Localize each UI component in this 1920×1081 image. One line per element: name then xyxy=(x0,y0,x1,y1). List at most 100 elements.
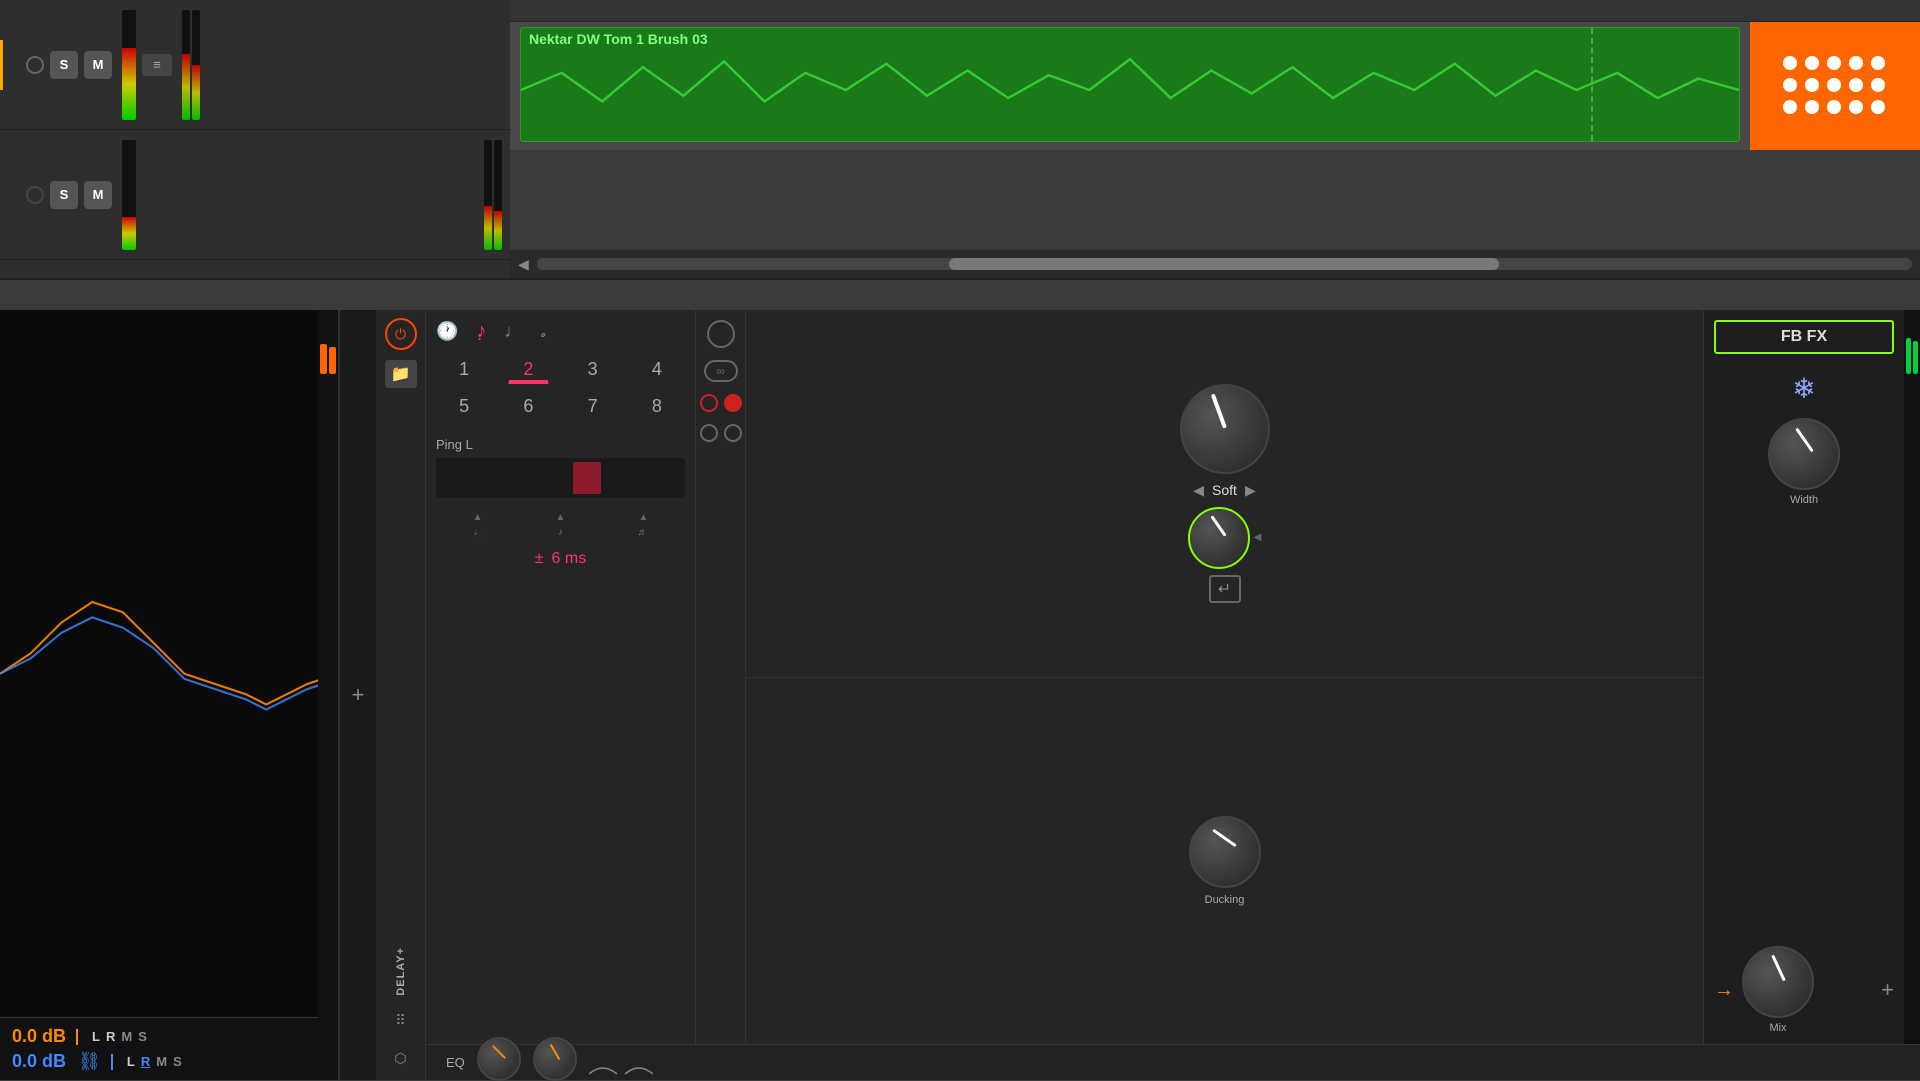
scrollbar-thumb xyxy=(949,258,1499,270)
link-icon[interactable]: ⛓ xyxy=(78,1051,101,1072)
power-icon: ⏻ xyxy=(395,326,406,343)
solo-btn-1[interactable]: S xyxy=(50,51,78,79)
add-plugin-button[interactable]: + xyxy=(342,679,374,711)
mute-btn-1[interactable]: M xyxy=(84,51,112,79)
width-knob-container: Width xyxy=(1768,418,1840,506)
freeze-icon: ❄ xyxy=(1792,372,1815,405)
rec-btn-1[interactable] xyxy=(700,394,718,412)
add-plugin-area: + xyxy=(340,310,376,1080)
rec-btn-2[interactable] xyxy=(724,394,742,412)
logo-dots-grid xyxy=(1783,56,1887,116)
track-region-1: Nektar DW Tom 1 Brush 03 xyxy=(510,22,1920,150)
logo-dot xyxy=(1805,56,1819,70)
mix-knob[interactable] xyxy=(1742,946,1814,1018)
logo-dot xyxy=(1871,56,1885,70)
clock-icon[interactable]: 🕐 xyxy=(436,321,458,342)
eq-curve-2 xyxy=(625,1060,653,1076)
width-knob[interactable] xyxy=(1768,418,1840,490)
waveform xyxy=(521,50,1739,130)
fbfx-section: FB FX ❄ Width xyxy=(1704,310,1904,1044)
plugin-folder-button[interactable]: 📁 xyxy=(385,360,417,388)
track-list: S M ≡ S M xyxy=(0,0,510,278)
audio-clip-1[interactable]: Nektar DW Tom 1 Brush 03 xyxy=(520,27,1740,142)
mode-controls: ∞ xyxy=(696,310,746,1044)
soft-prev-arrow[interactable]: ◀ xyxy=(1193,482,1204,499)
num-btn-6[interactable]: 6 xyxy=(500,392,556,421)
number-grid: 1 2 3 4 5 6 7 8 xyxy=(436,355,685,421)
level-meter-2c xyxy=(494,140,502,250)
pair-btn-2[interactable] xyxy=(724,424,742,442)
freeze-button[interactable]: ❄ xyxy=(1782,366,1826,410)
plugin-more-button[interactable]: ⠿ xyxy=(385,1006,417,1034)
arrow-up-2: ▲ xyxy=(556,512,566,523)
eq-knob-2[interactable] xyxy=(533,1037,577,1081)
num-btn-4[interactable]: 4 xyxy=(629,355,685,384)
right-side-meters xyxy=(1904,310,1920,1044)
duck-arrow-icon: → xyxy=(1714,979,1734,1002)
soft-next-arrow[interactable]: ▶ xyxy=(1245,482,1256,499)
mode-circle-btn[interactable] xyxy=(707,320,735,348)
solo-btn-2[interactable]: S xyxy=(50,181,78,209)
level-meter-1b xyxy=(182,10,190,120)
plugin-strip: ⏻ 📁 DELAY+ ⠿ ⬡ xyxy=(376,310,426,1080)
plugin-key-button[interactable]: ⬡ xyxy=(385,1044,417,1072)
ms-display: ± 6 ms xyxy=(436,550,685,568)
track-active-2[interactable] xyxy=(26,186,44,204)
analyzer-canvas xyxy=(0,310,338,1017)
logo-dot xyxy=(1783,56,1797,70)
logo-dot xyxy=(1783,78,1797,92)
analyzer-waveform xyxy=(0,310,338,1017)
mode-record-btns xyxy=(700,394,742,412)
scroll-left-arrow[interactable]: ◀ xyxy=(518,256,529,273)
ch2-m-btn[interactable]: M xyxy=(156,1054,167,1069)
level-value-orange: 0.0 dB xyxy=(12,1026,66,1047)
num-btn-2[interactable]: 2 xyxy=(500,355,556,384)
num-btn-5[interactable]: 5 xyxy=(436,392,492,421)
side-meter-left-fill xyxy=(320,344,327,374)
note-quarter-icon[interactable]: ♩ xyxy=(504,321,522,342)
fbfx-add-button[interactable]: + xyxy=(1881,977,1894,1003)
num-btn-3[interactable]: 3 xyxy=(565,355,621,384)
pair-btn-1[interactable] xyxy=(700,424,718,442)
plugin-power-button[interactable]: ⏻ xyxy=(385,318,417,350)
scrollbar-track[interactable] xyxy=(537,258,1912,270)
delay-panel: 🕐 ♪̣ ♩ 𝅗 1 2 3 4 5 6 7 xyxy=(426,310,1920,1044)
track-menu-1[interactable]: ≡ xyxy=(142,54,172,76)
mode-pair-btns xyxy=(700,424,742,442)
mute-btn-2[interactable]: M xyxy=(84,181,112,209)
level-meter-1a xyxy=(122,10,136,120)
num-btn-8[interactable]: 8 xyxy=(629,392,685,421)
track-row-1: S M ≡ xyxy=(0,0,510,130)
key-icon: ⬡ xyxy=(394,1050,406,1067)
num-btn-7[interactable]: 7 xyxy=(565,392,621,421)
mode-link-btn[interactable]: ∞ xyxy=(704,360,738,382)
ch2-r[interactable]: R xyxy=(141,1054,150,1069)
retrigger-button[interactable]: ↵ xyxy=(1209,575,1241,603)
mix-label: Mix xyxy=(1769,1022,1786,1034)
timeline-ruler xyxy=(510,0,1920,22)
note-icons-small: ♩̣ ♪ ♬ xyxy=(436,527,685,538)
note-half-icon[interactable]: 𝅗 xyxy=(540,321,546,342)
level-row-2: 0.0 dB ⛓ L R M S xyxy=(12,1051,326,1072)
ms-value: 6 ms xyxy=(552,550,587,568)
num-btn-1[interactable]: 1 xyxy=(436,355,492,384)
ch2-s-btn[interactable]: S xyxy=(173,1054,182,1069)
fbfx-bottom: → Mix + xyxy=(1714,946,1894,1034)
ch1-m-btn[interactable]: M xyxy=(121,1029,132,1044)
soft-knob[interactable] xyxy=(1180,384,1270,474)
right-meter-2-fill xyxy=(1913,341,1918,374)
side-meter-right-fill xyxy=(329,347,336,374)
timing-section: 🕐 ♪̣ ♩ 𝅗 1 2 3 4 5 6 7 xyxy=(426,310,696,1044)
position-bar[interactable] xyxy=(436,458,685,498)
scrollbar-container: ◀ xyxy=(510,250,1920,278)
small-note-3: ♬ xyxy=(638,527,648,538)
track-active-1[interactable] xyxy=(26,56,44,74)
eq-knob-1[interactable] xyxy=(477,1037,521,1081)
logo-dot xyxy=(1805,78,1819,92)
note-dotted-icon[interactable]: ♪̣ xyxy=(476,320,486,343)
small-arrow-right: ◀ xyxy=(1254,532,1262,543)
ch1-s-btn[interactable]: S xyxy=(138,1029,147,1044)
eq-tab-area: EQ xyxy=(446,1045,653,1081)
sub-knob[interactable] xyxy=(1188,507,1250,569)
ducking-knob[interactable] xyxy=(1189,816,1261,888)
